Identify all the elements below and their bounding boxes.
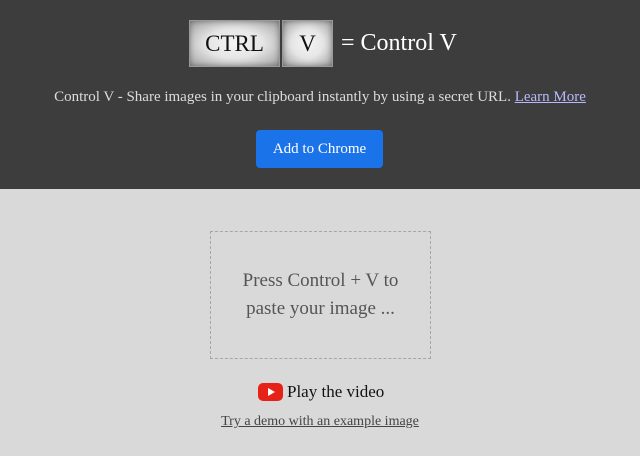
dropzone-text: Press Control + V to paste your image ..…: [242, 270, 399, 319]
logo-keys: CTRL V = Control V: [189, 19, 457, 68]
tagline: Control V - Share images in your clipboa…: [0, 89, 640, 106]
paste-dropzone[interactable]: Press Control + V to paste your image ..…: [210, 231, 431, 359]
play-video-link[interactable]: Play the video: [258, 380, 384, 404]
v-key: V: [282, 20, 333, 67]
learn-more-link[interactable]: Learn More: [515, 89, 586, 105]
header: CTRL V = Control V Control V - Share ima…: [0, 0, 640, 189]
app-title: = Control V: [341, 30, 457, 56]
ctrl-key: CTRL: [189, 20, 280, 67]
tagline-text: Control V - Share images in your clipboa…: [54, 89, 511, 105]
play-video-label: Play the video: [287, 382, 385, 401]
youtube-play-icon: [258, 383, 283, 401]
demo-link[interactable]: Try a demo with an example image: [0, 414, 640, 430]
add-to-chrome-button[interactable]: Add to Chrome: [256, 130, 383, 168]
